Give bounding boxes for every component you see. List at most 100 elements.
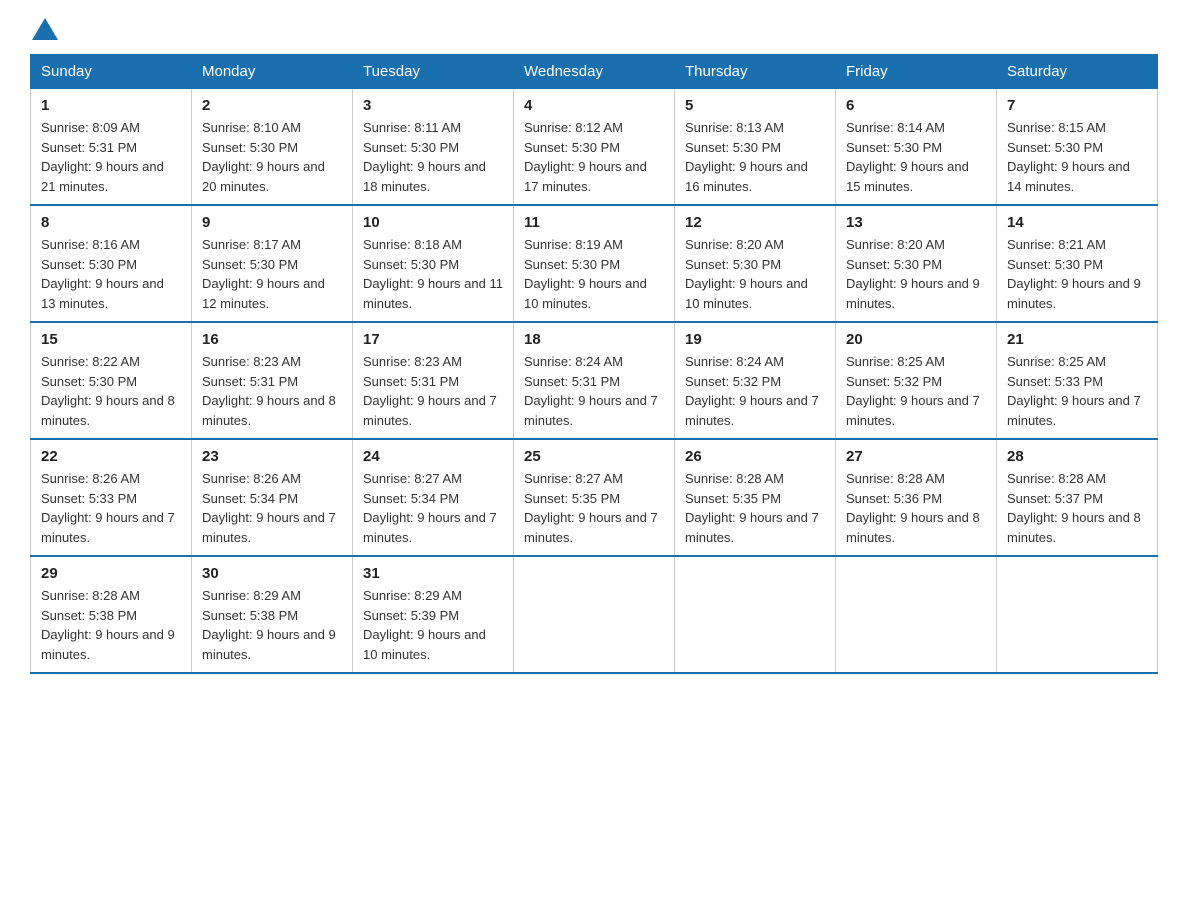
day-number: 18 <box>524 331 664 348</box>
day-number: 15 <box>41 331 181 348</box>
day-info: Sunrise: 8:21 AMSunset: 5:30 PMDaylight:… <box>1007 235 1147 313</box>
day-number: 19 <box>685 331 825 348</box>
day-info: Sunrise: 8:26 AMSunset: 5:34 PMDaylight:… <box>202 469 342 547</box>
calendar-table: SundayMondayTuesdayWednesdayThursdayFrid… <box>30 54 1158 674</box>
weekday-header-row: SundayMondayTuesdayWednesdayThursdayFrid… <box>31 55 1158 89</box>
calendar-cell: 13 Sunrise: 8:20 AMSunset: 5:30 PMDaylig… <box>836 205 997 322</box>
day-number: 7 <box>1007 97 1147 114</box>
calendar-cell <box>514 556 675 673</box>
day-number: 30 <box>202 565 342 582</box>
day-info: Sunrise: 8:14 AMSunset: 5:30 PMDaylight:… <box>846 118 986 196</box>
day-info: Sunrise: 8:28 AMSunset: 5:38 PMDaylight:… <box>41 586 181 664</box>
day-number: 27 <box>846 448 986 465</box>
calendar-cell: 21 Sunrise: 8:25 AMSunset: 5:33 PMDaylig… <box>997 322 1158 439</box>
day-number: 22 <box>41 448 181 465</box>
day-number: 26 <box>685 448 825 465</box>
calendar-cell <box>997 556 1158 673</box>
day-number: 17 <box>363 331 503 348</box>
calendar-week-row: 15 Sunrise: 8:22 AMSunset: 5:30 PMDaylig… <box>31 322 1158 439</box>
calendar-cell: 15 Sunrise: 8:22 AMSunset: 5:30 PMDaylig… <box>31 322 192 439</box>
calendar-cell: 6 Sunrise: 8:14 AMSunset: 5:30 PMDayligh… <box>836 89 997 206</box>
calendar-cell: 14 Sunrise: 8:21 AMSunset: 5:30 PMDaylig… <box>997 205 1158 322</box>
calendar-cell <box>836 556 997 673</box>
day-info: Sunrise: 8:23 AMSunset: 5:31 PMDaylight:… <box>202 352 342 430</box>
calendar-cell: 17 Sunrise: 8:23 AMSunset: 5:31 PMDaylig… <box>353 322 514 439</box>
day-info: Sunrise: 8:26 AMSunset: 5:33 PMDaylight:… <box>41 469 181 547</box>
calendar-week-row: 22 Sunrise: 8:26 AMSunset: 5:33 PMDaylig… <box>31 439 1158 556</box>
day-info: Sunrise: 8:29 AMSunset: 5:38 PMDaylight:… <box>202 586 342 664</box>
weekday-header-wednesday: Wednesday <box>514 55 675 89</box>
day-number: 8 <box>41 214 181 231</box>
calendar-cell: 16 Sunrise: 8:23 AMSunset: 5:31 PMDaylig… <box>192 322 353 439</box>
logo <box>30 20 58 36</box>
day-info: Sunrise: 8:28 AMSunset: 5:36 PMDaylight:… <box>846 469 986 547</box>
calendar-cell: 24 Sunrise: 8:27 AMSunset: 5:34 PMDaylig… <box>353 439 514 556</box>
calendar-week-row: 8 Sunrise: 8:16 AMSunset: 5:30 PMDayligh… <box>31 205 1158 322</box>
calendar-week-row: 1 Sunrise: 8:09 AMSunset: 5:31 PMDayligh… <box>31 89 1158 206</box>
calendar-cell: 5 Sunrise: 8:13 AMSunset: 5:30 PMDayligh… <box>675 89 836 206</box>
day-info: Sunrise: 8:27 AMSunset: 5:35 PMDaylight:… <box>524 469 664 547</box>
calendar-cell: 4 Sunrise: 8:12 AMSunset: 5:30 PMDayligh… <box>514 89 675 206</box>
calendar-cell: 2 Sunrise: 8:10 AMSunset: 5:30 PMDayligh… <box>192 89 353 206</box>
day-info: Sunrise: 8:13 AMSunset: 5:30 PMDaylight:… <box>685 118 825 196</box>
day-number: 9 <box>202 214 342 231</box>
calendar-cell: 27 Sunrise: 8:28 AMSunset: 5:36 PMDaylig… <box>836 439 997 556</box>
day-number: 11 <box>524 214 664 231</box>
page-header <box>30 20 1158 36</box>
calendar-cell: 25 Sunrise: 8:27 AMSunset: 5:35 PMDaylig… <box>514 439 675 556</box>
day-number: 12 <box>685 214 825 231</box>
day-number: 31 <box>363 565 503 582</box>
day-number: 24 <box>363 448 503 465</box>
day-number: 13 <box>846 214 986 231</box>
day-number: 2 <box>202 97 342 114</box>
calendar-cell: 9 Sunrise: 8:17 AMSunset: 5:30 PMDayligh… <box>192 205 353 322</box>
day-info: Sunrise: 8:10 AMSunset: 5:30 PMDaylight:… <box>202 118 342 196</box>
day-info: Sunrise: 8:29 AMSunset: 5:39 PMDaylight:… <box>363 586 503 664</box>
day-number: 14 <box>1007 214 1147 231</box>
day-number: 21 <box>1007 331 1147 348</box>
calendar-cell: 8 Sunrise: 8:16 AMSunset: 5:30 PMDayligh… <box>31 205 192 322</box>
calendar-cell: 23 Sunrise: 8:26 AMSunset: 5:34 PMDaylig… <box>192 439 353 556</box>
calendar-cell: 26 Sunrise: 8:28 AMSunset: 5:35 PMDaylig… <box>675 439 836 556</box>
calendar-cell: 19 Sunrise: 8:24 AMSunset: 5:32 PMDaylig… <box>675 322 836 439</box>
logo-triangle-icon <box>32 18 58 40</box>
weekday-header-thursday: Thursday <box>675 55 836 89</box>
day-number: 28 <box>1007 448 1147 465</box>
calendar-cell: 22 Sunrise: 8:26 AMSunset: 5:33 PMDaylig… <box>31 439 192 556</box>
weekday-header-tuesday: Tuesday <box>353 55 514 89</box>
day-number: 29 <box>41 565 181 582</box>
day-number: 25 <box>524 448 664 465</box>
day-info: Sunrise: 8:17 AMSunset: 5:30 PMDaylight:… <box>202 235 342 313</box>
calendar-cell: 11 Sunrise: 8:19 AMSunset: 5:30 PMDaylig… <box>514 205 675 322</box>
day-number: 16 <box>202 331 342 348</box>
day-number: 6 <box>846 97 986 114</box>
day-info: Sunrise: 8:16 AMSunset: 5:30 PMDaylight:… <box>41 235 181 313</box>
calendar-cell: 29 Sunrise: 8:28 AMSunset: 5:38 PMDaylig… <box>31 556 192 673</box>
day-number: 5 <box>685 97 825 114</box>
weekday-header-sunday: Sunday <box>31 55 192 89</box>
day-number: 3 <box>363 97 503 114</box>
day-info: Sunrise: 8:28 AMSunset: 5:37 PMDaylight:… <box>1007 469 1147 547</box>
day-info: Sunrise: 8:09 AMSunset: 5:31 PMDaylight:… <box>41 118 181 196</box>
calendar-cell: 1 Sunrise: 8:09 AMSunset: 5:31 PMDayligh… <box>31 89 192 206</box>
calendar-cell: 28 Sunrise: 8:28 AMSunset: 5:37 PMDaylig… <box>997 439 1158 556</box>
day-info: Sunrise: 8:11 AMSunset: 5:30 PMDaylight:… <box>363 118 503 196</box>
day-info: Sunrise: 8:25 AMSunset: 5:32 PMDaylight:… <box>846 352 986 430</box>
day-info: Sunrise: 8:27 AMSunset: 5:34 PMDaylight:… <box>363 469 503 547</box>
day-number: 10 <box>363 214 503 231</box>
calendar-cell: 18 Sunrise: 8:24 AMSunset: 5:31 PMDaylig… <box>514 322 675 439</box>
day-info: Sunrise: 8:24 AMSunset: 5:32 PMDaylight:… <box>685 352 825 430</box>
day-info: Sunrise: 8:24 AMSunset: 5:31 PMDaylight:… <box>524 352 664 430</box>
day-info: Sunrise: 8:19 AMSunset: 5:30 PMDaylight:… <box>524 235 664 313</box>
calendar-cell: 20 Sunrise: 8:25 AMSunset: 5:32 PMDaylig… <box>836 322 997 439</box>
calendar-cell: 30 Sunrise: 8:29 AMSunset: 5:38 PMDaylig… <box>192 556 353 673</box>
day-info: Sunrise: 8:15 AMSunset: 5:30 PMDaylight:… <box>1007 118 1147 196</box>
day-info: Sunrise: 8:20 AMSunset: 5:30 PMDaylight:… <box>685 235 825 313</box>
calendar-cell: 12 Sunrise: 8:20 AMSunset: 5:30 PMDaylig… <box>675 205 836 322</box>
day-info: Sunrise: 8:12 AMSunset: 5:30 PMDaylight:… <box>524 118 664 196</box>
day-number: 20 <box>846 331 986 348</box>
calendar-cell: 10 Sunrise: 8:18 AMSunset: 5:30 PMDaylig… <box>353 205 514 322</box>
weekday-header-friday: Friday <box>836 55 997 89</box>
day-info: Sunrise: 8:23 AMSunset: 5:31 PMDaylight:… <box>363 352 503 430</box>
day-number: 23 <box>202 448 342 465</box>
